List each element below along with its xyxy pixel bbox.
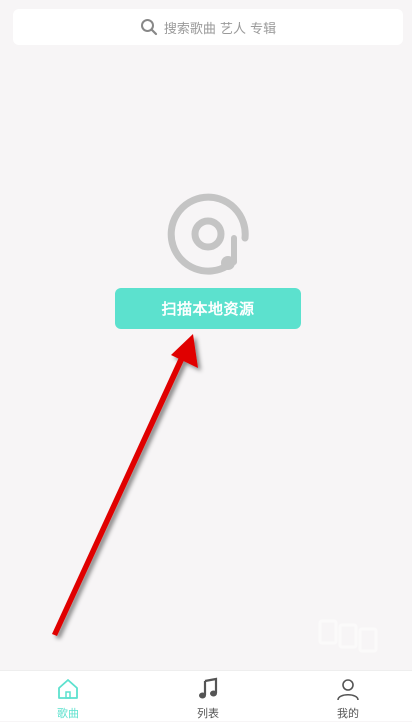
music-note-icon xyxy=(196,677,220,701)
tab-mine[interactable]: 我的 xyxy=(308,671,388,722)
tab-songs[interactable]: 歌曲 xyxy=(28,671,108,722)
search-bar[interactable]: 搜索歌曲 艺人 专辑 xyxy=(13,9,403,45)
search-icon xyxy=(140,18,158,36)
home-icon xyxy=(56,677,80,701)
scan-local-resources-button[interactable]: 扫描本地资源 xyxy=(115,288,301,329)
user-icon xyxy=(336,677,360,701)
music-disc-icon xyxy=(167,193,249,275)
tab-label: 列表 xyxy=(197,707,219,720)
tab-label: 歌曲 xyxy=(57,707,79,720)
main-content: 扫描本地资源 xyxy=(0,48,412,670)
search-placeholder: 搜索歌曲 艺人 专辑 xyxy=(163,21,277,37)
watermark-logo xyxy=(316,615,386,655)
tab-list[interactable]: 列表 xyxy=(168,671,248,722)
tab-label: 我的 xyxy=(337,707,359,720)
bottom-tab-bar: 歌曲 列表 我的 xyxy=(0,670,412,721)
